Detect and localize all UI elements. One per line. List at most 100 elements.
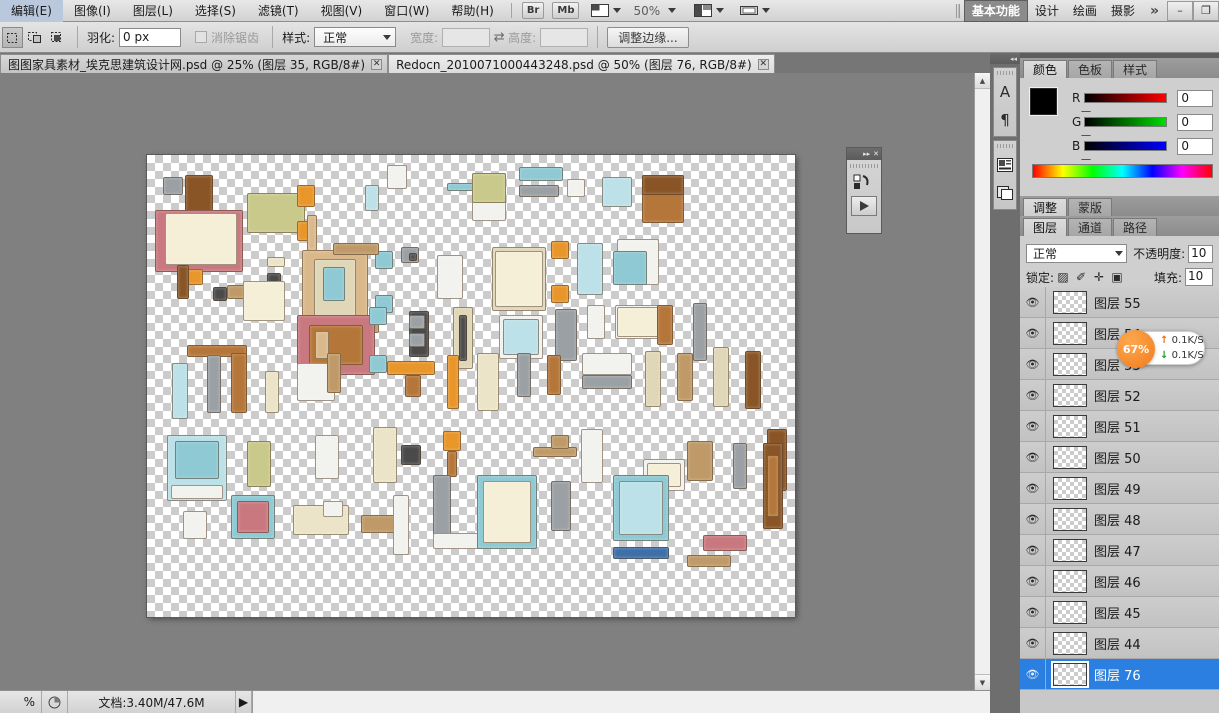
color-spectrum-ramp[interactable] — [1032, 164, 1213, 178]
blend-mode-select[interactable]: 正常 — [1026, 244, 1127, 263]
layer-thumbnail[interactable] — [1053, 632, 1087, 655]
tab-masks[interactable]: 蒙版 — [1068, 198, 1112, 216]
layer-thumbnail[interactable] — [1053, 601, 1087, 624]
workspace-more-button[interactable]: » — [1142, 3, 1167, 19]
layer-thumbnail[interactable] — [1053, 446, 1087, 469]
add-selection-button[interactable] — [24, 27, 45, 48]
zoom-level-label[interactable]: 50% — [633, 4, 660, 18]
new-selection-button[interactable] — [2, 27, 23, 48]
layer-row[interactable]: 👁图层 44 — [1020, 628, 1219, 659]
slider-b-track[interactable] — [1084, 141, 1167, 151]
lock-image-icon[interactable]: ✐ — [1072, 270, 1090, 284]
network-speed-widget[interactable]: 67% ↑ 0.1K/S ↓ 0.1K/S — [1119, 331, 1205, 365]
layer-visibility-icon[interactable]: 👁 — [1020, 659, 1046, 690]
layer-row[interactable]: 👁图层 76 — [1020, 659, 1219, 690]
width-input[interactable] — [442, 28, 490, 47]
status-proof-icon[interactable] — [42, 691, 68, 713]
fill-input[interactable]: 10 — [1185, 268, 1213, 286]
layer-visibility-icon[interactable]: 👁 — [1020, 318, 1046, 349]
layer-thumbnail[interactable] — [1053, 291, 1087, 314]
canvas-horizontal-scrollbar[interactable] — [252, 691, 990, 713]
tab-styles[interactable]: 样式 — [1113, 60, 1157, 78]
document-tab-1[interactable]: 图图家具素材_埃克思建筑设计网.psd @ 25% (图层 35, RGB/8#… — [0, 54, 388, 73]
workspace-grip[interactable] — [956, 4, 960, 18]
layer-thumbnail[interactable] — [1053, 508, 1087, 531]
tab-channels[interactable]: 通道 — [1068, 218, 1112, 236]
slider-r-value[interactable]: 0 — [1177, 90, 1213, 107]
tab-layers[interactable]: 图层 — [1023, 218, 1067, 236]
duplicate-icon[interactable] — [994, 179, 1016, 207]
mini-bridge-button[interactable]: Mb — [552, 2, 579, 19]
subtract-selection-button[interactable] — [46, 27, 67, 48]
menu-image[interactable]: 图像(I) — [63, 0, 122, 22]
layer-visibility-icon[interactable]: 👁 — [1020, 597, 1046, 628]
layer-thumbnail[interactable] — [1053, 415, 1087, 438]
status-menu-arrow[interactable]: ▶ — [236, 691, 252, 713]
slider-b-value[interactable]: 0 — [1177, 138, 1213, 155]
height-input[interactable] — [540, 28, 588, 47]
canvas-area[interactable]: ▸▸ ✕ ▲ — [0, 73, 990, 690]
document-tab-1-close-icon[interactable]: ✕ — [371, 59, 382, 70]
character-icon[interactable]: A — [994, 78, 1016, 106]
floating-palette-close-icon[interactable]: ✕ — [873, 150, 879, 158]
lock-position-icon[interactable]: ✛ — [1090, 270, 1108, 284]
feather-input[interactable]: 0 px — [119, 28, 181, 47]
menu-select[interactable]: 选择(S) — [184, 0, 247, 22]
bridge-button[interactable]: Br — [522, 2, 545, 19]
antialias-checkbox[interactable]: 消除锯齿 — [195, 29, 263, 46]
floating-palette-grip[interactable] — [850, 164, 878, 168]
workspace-tab-design[interactable]: 设计 — [1028, 1, 1066, 21]
layer-thumbnail[interactable] — [1053, 322, 1087, 345]
menu-layer[interactable]: 图层(L) — [122, 0, 184, 22]
layer-row[interactable]: 👁图层 47 — [1020, 535, 1219, 566]
slider-b-thumb[interactable] — [1081, 152, 1091, 159]
menu-help[interactable]: 帮助(H) — [440, 0, 504, 22]
tab-paths[interactable]: 路径 — [1113, 218, 1157, 236]
layer-visibility-icon[interactable]: 👁 — [1020, 473, 1046, 504]
layer-thumbnail[interactable] — [1053, 663, 1087, 686]
layer-thumbnail[interactable] — [1053, 539, 1087, 562]
floating-palette-expand-icon[interactable]: ▸▸ — [863, 150, 870, 158]
tab-color[interactable]: 颜色 — [1023, 60, 1067, 78]
lock-all-icon[interactable]: ▣ — [1108, 270, 1126, 284]
menu-window[interactable]: 窗口(W) — [373, 0, 440, 22]
layer-visibility-icon[interactable]: 👁 — [1020, 380, 1046, 411]
scroll-up-button[interactable]: ▲ — [975, 73, 990, 89]
layer-visibility-icon[interactable]: 👁 — [1020, 628, 1046, 659]
refine-edge-button[interactable]: 调整边缘... — [607, 27, 688, 48]
play-action-button[interactable] — [851, 196, 877, 216]
layer-visibility-icon[interactable]: 👁 — [1020, 442, 1046, 473]
layer-visibility-icon[interactable]: 👁 — [1020, 535, 1046, 566]
layer-visibility-icon[interactable]: 👁 — [1020, 504, 1046, 535]
lock-transparency-icon[interactable]: ▨ — [1054, 270, 1072, 284]
layer-visibility-icon[interactable]: 👁 — [1020, 349, 1046, 380]
screen-mode-button[interactable] — [740, 4, 770, 17]
arrange-documents-button[interactable] — [694, 4, 724, 17]
layer-visibility-icon[interactable]: 👁 — [1020, 287, 1046, 318]
layer-row[interactable]: 👁图层 51 — [1020, 411, 1219, 442]
layer-thumbnail[interactable] — [1053, 477, 1087, 500]
menu-edit[interactable]: 编辑(E) — [0, 0, 63, 22]
slider-g-value[interactable]: 0 — [1177, 114, 1213, 131]
layer-visibility-icon[interactable]: 👁 — [1020, 411, 1046, 442]
slider-r-thumb[interactable] — [1081, 104, 1091, 111]
layer-thumbnail[interactable] — [1053, 353, 1087, 376]
dock-group-comps-grip[interactable] — [997, 144, 1013, 148]
tab-adjustments[interactable]: 调整 — [1023, 198, 1067, 216]
minimize-button[interactable]: – — [1167, 1, 1193, 21]
style-select[interactable]: 正常 — [314, 27, 396, 47]
canvas-vertical-scrollbar[interactable]: ▲ ▼ — [974, 73, 990, 690]
menu-view[interactable]: 视图(V) — [310, 0, 374, 22]
scroll-down-button[interactable]: ▼ — [975, 674, 990, 690]
layer-row[interactable]: 👁图层 50 — [1020, 442, 1219, 473]
opacity-input[interactable]: 10 — [1188, 245, 1213, 263]
layer-thumbnail[interactable] — [1053, 570, 1087, 593]
workspace-tab-photography[interactable]: 摄影 — [1104, 1, 1142, 21]
action-stack-icon[interactable] — [850, 172, 878, 194]
menu-filter[interactable]: 滤镜(T) — [247, 0, 310, 22]
layer-row[interactable]: 👁图层 45 — [1020, 597, 1219, 628]
layer-row[interactable]: 👁图层 49 — [1020, 473, 1219, 504]
dock-collapse-button[interactable]: ◂◂ — [990, 53, 1020, 64]
layer-row[interactable]: 👁图层 55 — [1020, 287, 1219, 318]
document-tab-2[interactable]: Redocn_2010071000443248.psd @ 50% (图层 76… — [388, 54, 775, 73]
